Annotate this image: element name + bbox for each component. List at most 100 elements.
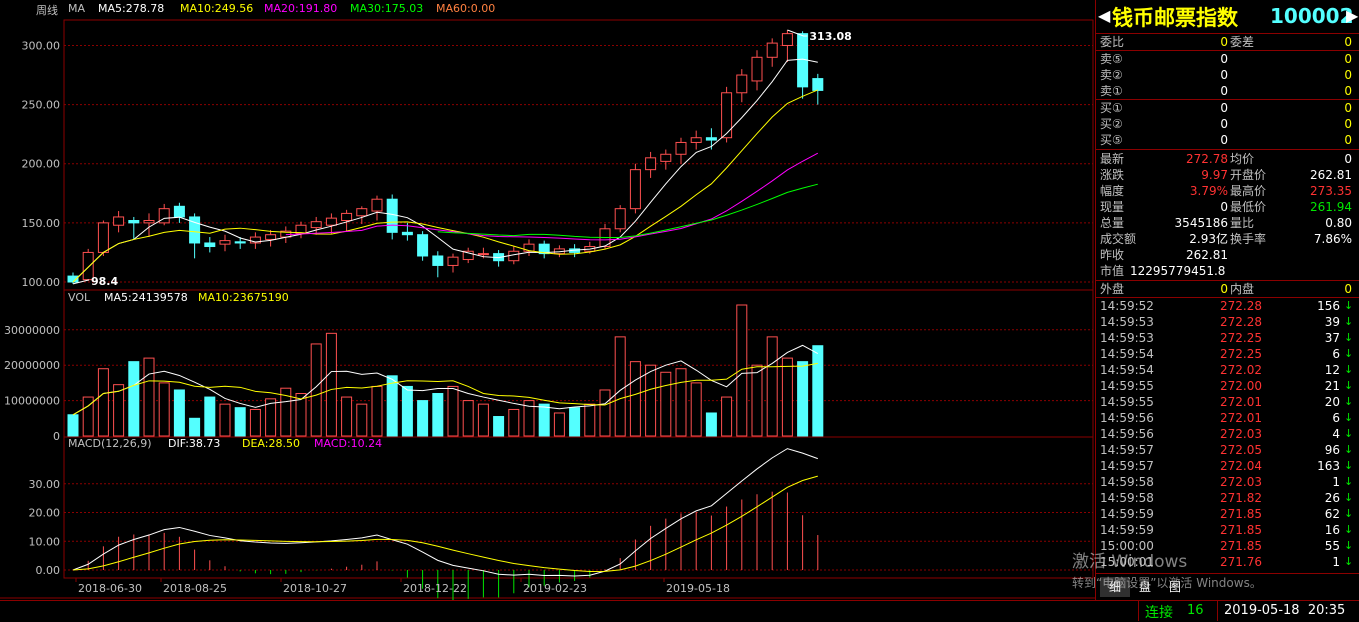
tick-price: 271.85: [1220, 539, 1262, 553]
down-arrow-icon: ↓: [1344, 507, 1354, 520]
ma5-line: [72, 58, 818, 283]
candle-body: [477, 253, 489, 256]
zuoshou-label: 昨收: [1100, 248, 1125, 262]
vol-ma-legend: MA5:24139578: [104, 291, 188, 304]
tick-row: 14:59:58 271.82 26 ↓: [1100, 490, 1353, 506]
connection-count: 16: [1187, 603, 1204, 618]
quote-value: 0: [1344, 152, 1352, 166]
quote-title-bar: ◀ 钱币邮票指数 100002 ▶: [1096, 0, 1359, 32]
quote-row: 涨跌 9.97 开盘价 262.81: [1100, 167, 1352, 183]
volume-bar: [508, 408, 520, 437]
candle-body: [705, 137, 717, 141]
down-arrow-icon: ↓: [1344, 379, 1354, 392]
volume-bar: [493, 416, 505, 437]
tick-row: 14:59:53 272.25 37 ↓: [1100, 330, 1353, 346]
volume-bar: [797, 361, 809, 437]
volume-bar: [614, 336, 626, 437]
macd-legend-item: MACD:10.24: [314, 437, 382, 450]
tick-time: 14:59:57: [1100, 459, 1154, 473]
down-arrow-icon: ↓: [1344, 427, 1354, 440]
volume-bar: [751, 364, 763, 437]
tick-price: 271.85: [1220, 523, 1262, 537]
status-datetime: 2019-05-18 20:35: [1224, 603, 1346, 618]
shizhi-row: 市值 12295779451.8: [1100, 263, 1352, 279]
down-arrow-icon: ↓: [1344, 299, 1354, 312]
down-arrow-icon: ↓: [1344, 459, 1354, 472]
tick-row: 14:59:59 271.85 16 ↓: [1100, 522, 1353, 538]
price-tick-label: 300.00: [22, 39, 61, 52]
tick-price: 272.03: [1220, 475, 1262, 489]
connection-status[interactable]: 连接 16: [1138, 601, 1218, 621]
dea-line: [72, 475, 818, 572]
tick-price: 272.02: [1220, 363, 1262, 377]
next-arrow-icon[interactable]: ▶: [1346, 6, 1358, 25]
tick-volume: 39: [1324, 315, 1340, 329]
volume-bar: [189, 417, 201, 437]
down-arrow-icon: ↓: [1344, 315, 1354, 328]
candle-body: [386, 198, 398, 233]
quote-label: 最新: [1100, 152, 1125, 166]
price-tick-label: 100.00: [22, 276, 61, 289]
sell-level-price: 0: [1220, 68, 1228, 82]
waipan-label: 外盘: [1100, 282, 1125, 296]
volume-bar: [249, 408, 261, 437]
connection-label: 连接: [1145, 605, 1173, 621]
sell-level-row: 卖① 0 0: [1100, 83, 1352, 99]
candle-body: [645, 157, 657, 171]
tick-price: 272.25: [1220, 347, 1262, 361]
quote-value: 3.79%: [1189, 184, 1228, 198]
tick-row: 14:59:56 272.01 6 ↓: [1100, 410, 1353, 426]
macd-legend-item: DIF:38.73: [168, 437, 220, 450]
candle-body: [508, 250, 520, 262]
tick-volume: 26: [1324, 491, 1340, 505]
prev-arrow-icon[interactable]: ◀: [1098, 6, 1110, 25]
date-label: 2019-05-18: [666, 582, 730, 595]
date-label: 2018-12-22: [403, 582, 467, 595]
tick-row: 14:59:57 272.05 96 ↓: [1100, 442, 1353, 458]
candle-body: [97, 222, 109, 253]
quote-label: 最低价: [1230, 200, 1267, 214]
price-tick-label: 250.00: [22, 99, 61, 112]
watermark-subtitle: 转到“电脑设置”以激活 Windows。: [1072, 576, 1262, 590]
ma-legend-item: MA60:0.00: [436, 2, 495, 15]
candle-body: [417, 234, 429, 257]
quote-label: 换手率: [1230, 232, 1267, 246]
candle-body: [721, 92, 733, 139]
tick-volume: 16: [1324, 523, 1340, 537]
candle-body: [219, 240, 231, 245]
volume-bar: [204, 396, 216, 437]
candle-body: [173, 205, 185, 218]
volume-bar: [219, 403, 231, 437]
quote-value: 7.86%: [1313, 232, 1352, 246]
volume-bar: [67, 414, 79, 437]
candle-body: [660, 153, 672, 162]
tick-volume: 1: [1332, 555, 1340, 569]
quote-label: 幅度: [1100, 184, 1125, 198]
candle-body: [614, 208, 626, 230]
quote-value: 273.35: [1310, 184, 1352, 198]
sell-level-row: 卖⑤ 0 0: [1100, 51, 1352, 67]
quote-label: 开盘价: [1230, 168, 1267, 182]
quote-label: 总量: [1100, 216, 1125, 230]
sell-level-volume: 0: [1344, 68, 1352, 82]
tick-time: 14:59:56: [1100, 411, 1154, 425]
ma-legend-item: MA10:249.56: [180, 2, 253, 15]
tick-time: 14:59:59: [1100, 507, 1154, 521]
ma20-line: [285, 152, 819, 241]
candle-body: [447, 256, 459, 266]
index-code: 100002: [1270, 4, 1354, 28]
tick-row: 14:59:54 272.25 6 ↓: [1100, 346, 1353, 362]
quote-label: 涨跌: [1100, 168, 1125, 182]
quote-value: 261.94: [1310, 200, 1352, 214]
kline-chart[interactable]: 300.00 250.00 200.00 150.00 100.00 周线 MA MA5:27…: [0, 0, 1095, 600]
quote-label: 量比: [1230, 216, 1255, 230]
buy-level-volume: 0: [1344, 117, 1352, 131]
status-bar: 连接 16 2019-05-18 20:35: [0, 600, 1359, 622]
volume-bar: [356, 403, 368, 437]
volume-bar: [599, 389, 611, 437]
macd-title: MACD(12,26,9): [68, 437, 152, 450]
buy-level-price: 0: [1220, 101, 1228, 115]
candle-body: [356, 208, 368, 217]
weicha-value: 0: [1344, 35, 1352, 49]
candle-body: [371, 198, 383, 212]
